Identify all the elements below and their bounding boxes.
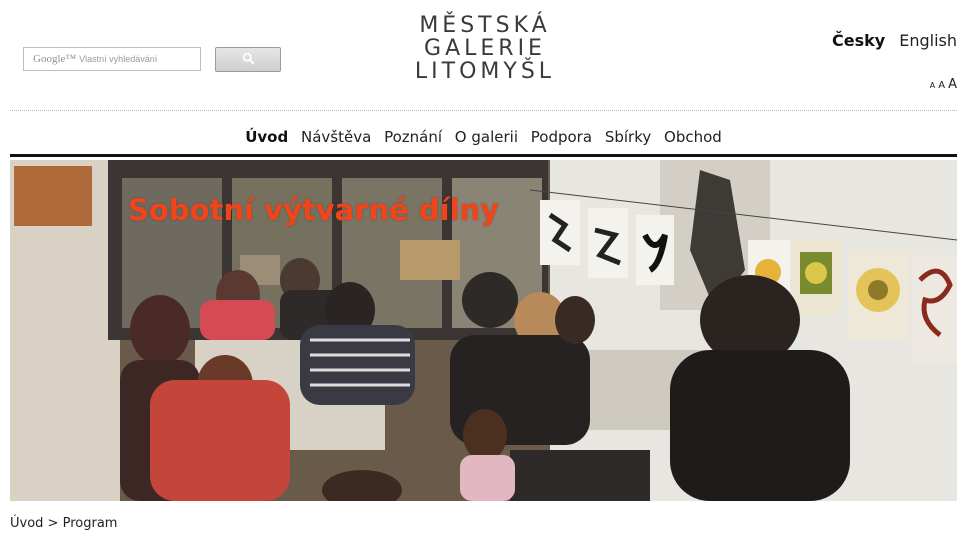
breadcrumb-current: Program: [62, 516, 118, 531]
nav-item-obchod[interactable]: Obchod: [664, 128, 722, 146]
main-nav: Úvod Návštěva Poznání O galerii Podpora …: [0, 128, 957, 146]
gallery-logo[interactable]: MĚSTSKÁ GALERIE LITOMYŠL: [408, 14, 562, 83]
nav-item-o-galerii[interactable]: O galerii: [455, 128, 518, 146]
breadcrumb-separator: >: [43, 516, 63, 531]
font-size-small-button[interactable]: A: [930, 81, 935, 90]
hero-title: Sobotní výtvarné dílny: [128, 193, 500, 227]
nav-item-poznani[interactable]: Poznání: [384, 128, 442, 146]
logo-line-2: GALERIE: [424, 36, 546, 61]
logo-line-3: LITOMYŠL: [414, 59, 556, 84]
header-divider: [10, 110, 957, 111]
hero-banner[interactable]: Sobotní výtvarné dílny: [10, 160, 957, 501]
nav-item-navsteva[interactable]: Návštěva: [301, 128, 371, 146]
nav-item-sbirky[interactable]: Sbírky: [605, 128, 651, 146]
google-logo: Google™: [33, 53, 77, 65]
lang-english-link[interactable]: English: [899, 31, 957, 50]
nav-item-podpora[interactable]: Podpora: [531, 128, 592, 146]
font-size-medium-button[interactable]: A: [938, 80, 945, 91]
search-input[interactable]: Google™ Vlastní vyhledávání: [23, 47, 201, 71]
logo-line-1: MĚSTSKÁ: [419, 13, 551, 38]
font-size-controls: A A A: [930, 77, 957, 92]
search-button[interactable]: [215, 47, 281, 72]
breadcrumb-home-link[interactable]: Úvod: [10, 516, 43, 531]
search-placeholder: Vlastní vyhledávání: [79, 54, 158, 64]
language-switcher: Česky English: [832, 31, 957, 50]
lang-czech-link[interactable]: Česky: [832, 31, 885, 50]
nav-underline: [10, 154, 957, 157]
search-icon: [242, 50, 255, 69]
nav-item-uvod[interactable]: Úvod: [245, 128, 288, 146]
breadcrumb: Úvod > Program: [10, 516, 117, 531]
font-size-large-button[interactable]: A: [948, 77, 957, 92]
